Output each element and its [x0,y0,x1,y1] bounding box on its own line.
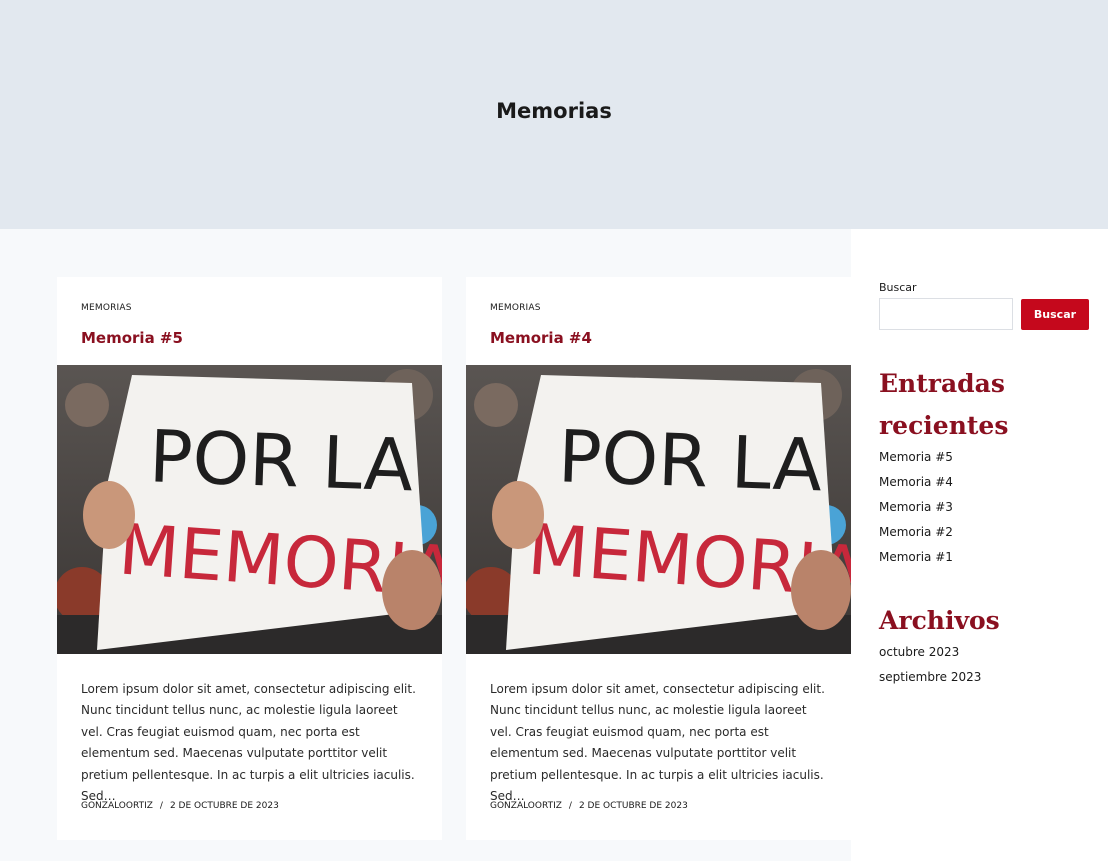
post-date[interactable]: 2 DE OCTUBRE DE 2023 [579,801,688,811]
search-label: Buscar [879,281,917,294]
search-button[interactable]: Buscar [1021,299,1089,330]
post-category[interactable]: MEMORIAS [490,303,541,313]
archive-title: Archivos [879,606,1000,635]
post-meta: GONZALOORTIZ / 2 DE OCTUBRE DE 2023 [81,801,279,811]
post-title[interactable]: Memoria #4 [490,329,592,347]
recent-post-link[interactable]: Memoria #5 [879,448,953,473]
recent-post-link[interactable]: Memoria #4 [879,473,953,498]
recent-posts-title: Entradas recientes [879,369,1009,440]
protest-sign-image: POR LA MEMORIA [57,365,442,654]
page-header: Memorias [0,0,1108,229]
sign-text-line1: POR LA [557,414,824,507]
post-thumbnail[interactable]: POR LA MEMORIA [466,365,851,654]
post-title[interactable]: Memoria #5 [81,329,183,347]
page-title: Memorias [496,98,612,123]
post-excerpt: Lorem ipsum dolor sit amet, consectetur … [490,682,825,804]
archive-list: octubre 2023 septiembre 2023 [879,643,981,693]
meta-separator: / [568,801,572,811]
archive-link[interactable]: septiembre 2023 [879,668,981,693]
post-meta: GONZALOORTIZ / 2 DE OCTUBRE DE 2023 [490,801,688,811]
post-excerpt: Lorem ipsum dolor sit amet, consectetur … [81,682,416,804]
post-category[interactable]: MEMORIAS [81,303,132,313]
sidebar: Buscar Buscar Entradas recientes Memoria… [851,229,1108,861]
post-author[interactable]: GONZALOORTIZ [490,801,562,811]
recent-post-link[interactable]: Memoria #2 [879,523,953,548]
search-input[interactable] [879,298,1013,330]
posts-area: MEMORIAS Memoria #5 POR LA MEMORIA Lorem… [0,229,851,861]
post-card: MEMORIAS Memoria #5 POR LA MEMORIA Lorem… [57,277,442,840]
sign-text-line1: POR LA [148,414,415,507]
recent-posts-list: Memoria #5 Memoria #4 Memoria #3 Memoria… [879,448,953,573]
protest-sign-image: POR LA MEMORIA [466,365,851,654]
archive-link[interactable]: octubre 2023 [879,643,981,668]
recent-post-link[interactable]: Memoria #1 [879,548,953,573]
post-date[interactable]: 2 DE OCTUBRE DE 2023 [170,801,279,811]
post-thumbnail[interactable]: POR LA MEMORIA [57,365,442,654]
post-author[interactable]: GONZALOORTIZ [81,801,153,811]
meta-separator: / [159,801,163,811]
recent-post-link[interactable]: Memoria #3 [879,498,953,523]
post-card: MEMORIAS Memoria #4 POR LA MEMORIA Lorem… [466,277,851,840]
